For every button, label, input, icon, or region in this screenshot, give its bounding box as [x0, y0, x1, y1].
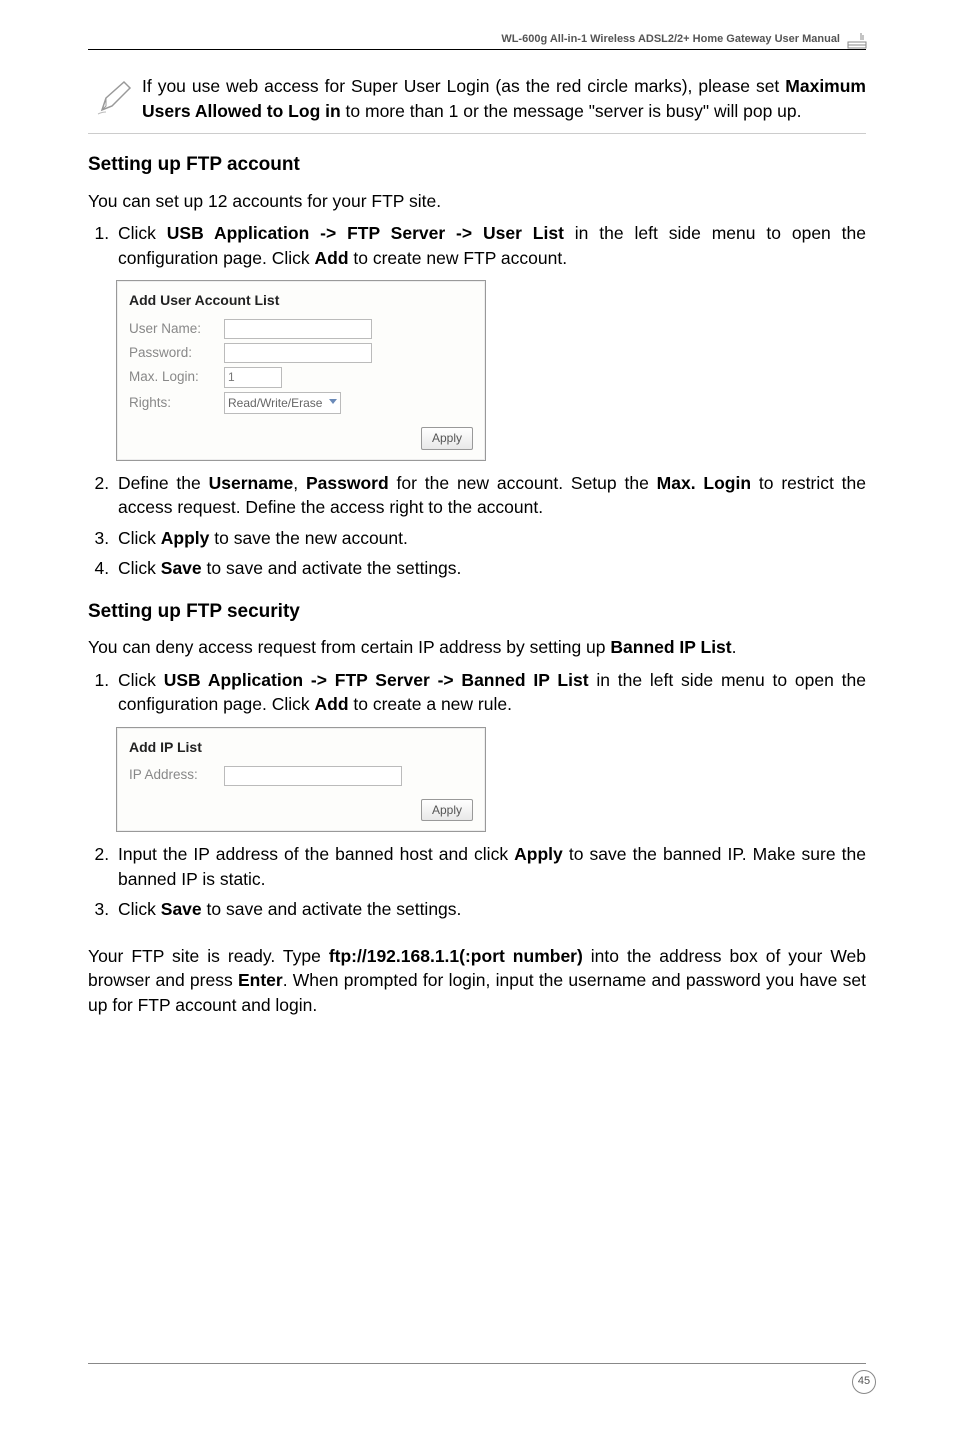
password-label: Password: — [129, 344, 224, 363]
apply-button-ip[interactable]: Apply — [421, 799, 473, 822]
username-label: User Name: — [129, 320, 224, 339]
ip-address-label: IP Address: — [129, 766, 224, 785]
heading-ftp-security: Setting up FTP security — [88, 599, 866, 626]
heading-ftp-account: Setting up FTP account — [88, 152, 866, 179]
step-4: Click Save to save and activate the sett… — [114, 556, 866, 581]
header-title: WL-600g All-in-1 Wireless ADSL2/2+ Home … — [88, 32, 846, 47]
page-header: WL-600g All-in-1 Wireless ADSL2/2+ Home … — [88, 32, 866, 50]
rights-select[interactable]: Read/Write/Erase — [224, 392, 341, 414]
sec-step-1: Click USB Application -> FTP Server -> B… — [114, 668, 866, 717]
step-2: Define the Username, Password for the ne… — [114, 471, 866, 520]
steps-ftp-account: Click USB Application -> FTP Server -> U… — [88, 221, 866, 270]
username-input[interactable] — [224, 319, 372, 339]
rights-label: Rights: — [129, 394, 224, 413]
intro-ftp-account: You can set up 12 accounts for your FTP … — [88, 189, 866, 214]
password-input[interactable] — [224, 343, 372, 363]
intro-ftp-security: You can deny access request from certain… — [88, 635, 866, 660]
steps-ftp-security: Click USB Application -> FTP Server -> B… — [88, 668, 866, 717]
maxlogin-label: Max. Login: — [129, 368, 224, 387]
note-text: If you use web access for Super User Log… — [142, 74, 866, 123]
maxlogin-input[interactable]: 1 — [224, 367, 282, 388]
steps-ftp-security-cont: Input the IP address of the banned host … — [88, 842, 866, 922]
step-3: Click Apply to save the new account. — [114, 526, 866, 551]
add-user-account-panel: Add User Account List User Name: Passwor… — [116, 280, 486, 460]
footer-paragraph: Your FTP site is ready. Type ftp://192.1… — [88, 944, 866, 1018]
apply-button[interactable]: Apply — [421, 427, 473, 450]
steps-ftp-account-cont: Define the Username, Password for the ne… — [88, 471, 866, 581]
note-block: If you use web access for Super User Log… — [88, 74, 866, 134]
sec-step-3: Click Save to save and activate the sett… — [114, 897, 866, 922]
step-1: Click USB Application -> FTP Server -> U… — [114, 221, 866, 270]
router-icon — [846, 33, 866, 49]
footer-divider — [88, 1363, 866, 1364]
sec-step-2: Input the IP address of the banned host … — [114, 842, 866, 891]
pencil-icon — [88, 74, 142, 123]
add-ip-list-panel: Add IP List IP Address: Apply — [116, 727, 486, 832]
ip-address-input[interactable] — [224, 766, 402, 786]
note-seg-a: If you use web access for Super User Log… — [142, 76, 785, 96]
note-seg-c: to more than 1 or the message "server is… — [341, 101, 802, 121]
panel-title: Add User Account List — [129, 291, 473, 311]
page-number: 45 — [852, 1370, 876, 1394]
panel-title-ip: Add IP List — [129, 738, 473, 758]
